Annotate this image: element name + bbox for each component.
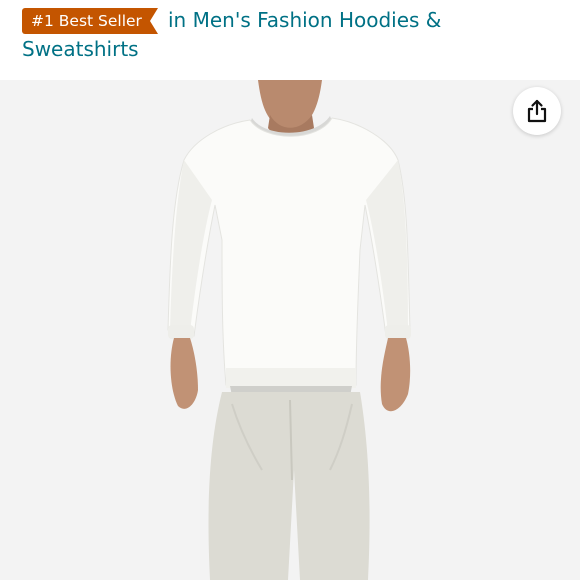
badge-notch [142,8,158,34]
product-image[interactable] [0,80,580,580]
share-button[interactable] [513,87,561,135]
share-icon [527,99,547,123]
best-seller-badge[interactable]: #1 Best Seller [22,8,142,34]
category-link-continued[interactable]: Sweatshirts [22,35,139,63]
category-link[interactable]: in Men's Fashion Hoodies & [168,6,441,34]
product-header: #1 Best Seller in Men's Fashion Hoodies … [0,0,580,80]
model-illustration [167,80,411,580]
